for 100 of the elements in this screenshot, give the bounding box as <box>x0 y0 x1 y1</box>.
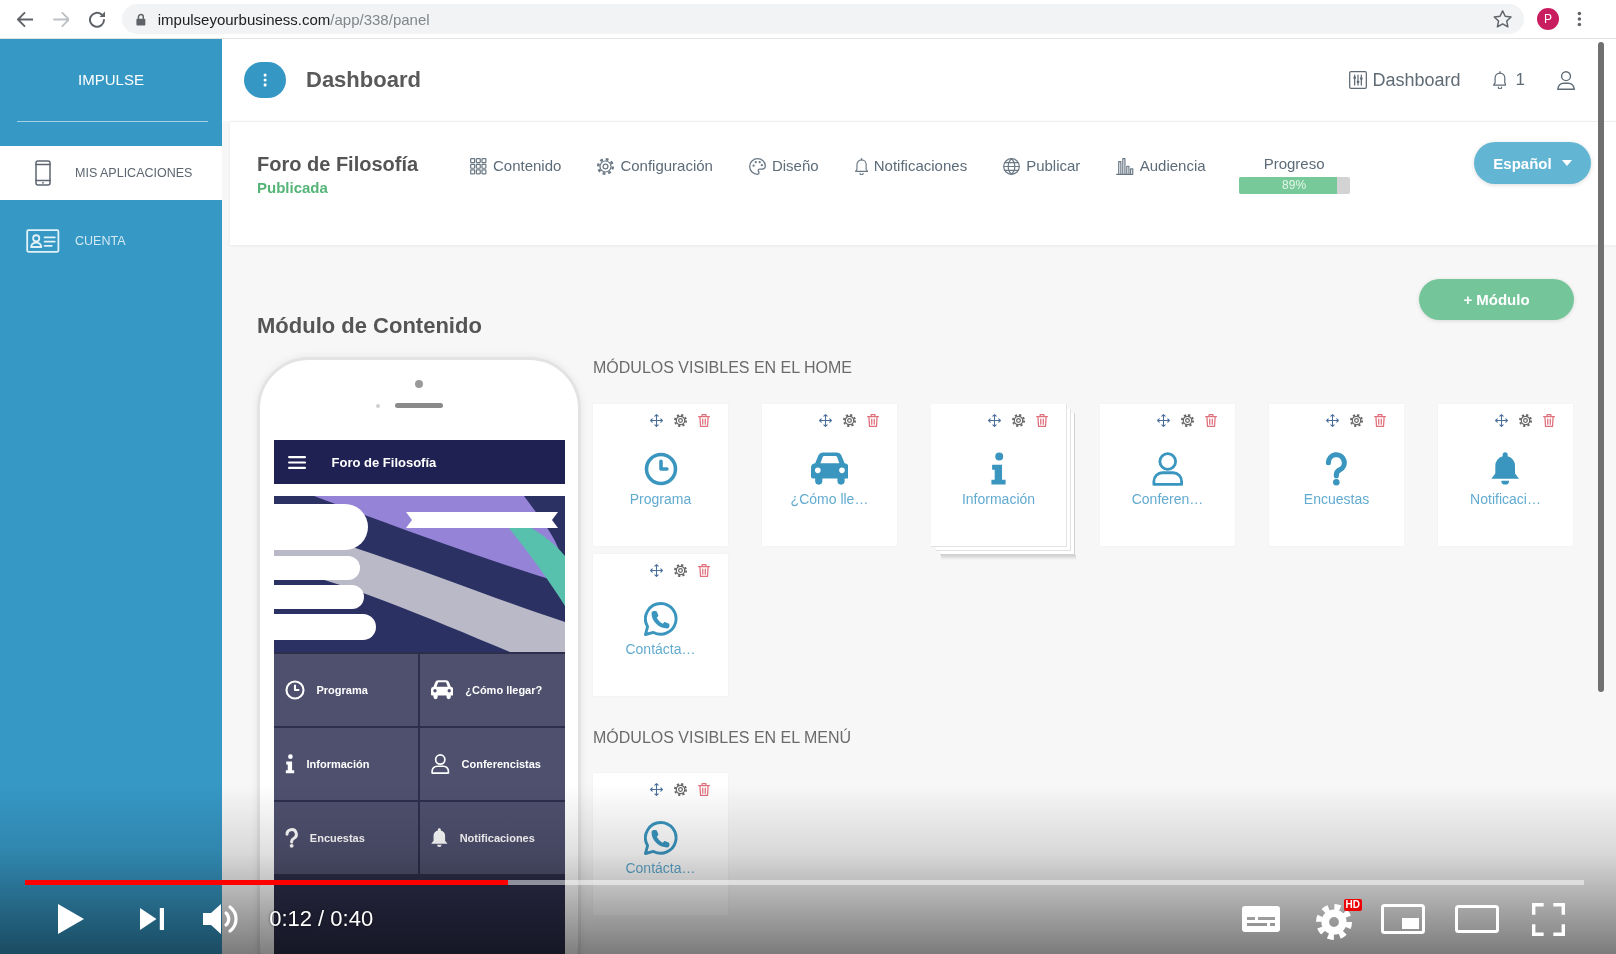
progress-reading: 89% <box>1281 177 1308 194</box>
sliders-icon <box>1348 71 1367 89</box>
phone-sensor <box>376 403 380 408</box>
question-mark-icon <box>1325 452 1348 486</box>
move-icon[interactable] <box>987 414 1001 427</box>
tile-label: ¿Cómo llegar? <box>465 684 543 696</box>
section-heading: MÓDULOS VISIBLES EN EL HOME <box>593 358 853 378</box>
module-card[interactable]: Contácta… <box>593 773 728 915</box>
nav-tab[interactable]: Publicar <box>1003 156 1081 176</box>
bell-icon <box>854 157 868 175</box>
nav-tab[interactable]: Diseño <box>748 156 819 176</box>
move-icon[interactable] <box>1494 414 1508 427</box>
settings-icon[interactable] <box>1011 414 1025 427</box>
trash-icon[interactable] <box>697 414 710 427</box>
info-icon <box>990 452 1007 486</box>
hamburger-menu-icon[interactable] <box>287 455 306 469</box>
module-card[interactable]: Notificaci… <box>1438 404 1573 546</box>
bar-chart-icon <box>1116 157 1134 175</box>
module-label: Contácta… <box>625 640 696 658</box>
move-icon[interactable] <box>649 414 663 427</box>
module-label: ¿Cómo lle… <box>790 490 869 508</box>
play-button[interactable] <box>58 904 84 934</box>
module-label: Contácta… <box>625 859 696 877</box>
caret-down-icon <box>1561 160 1572 166</box>
module-card[interactable]: Encuestas <box>1269 404 1404 546</box>
settings-icon[interactable] <box>842 414 856 427</box>
clock-icon <box>643 452 678 486</box>
app-title: Foro de Filosofía <box>331 454 437 470</box>
move-icon[interactable] <box>649 783 663 796</box>
id-card-icon <box>26 229 60 253</box>
move-icon[interactable] <box>1325 414 1339 427</box>
module-card[interactable]: Contácta… <box>593 554 728 696</box>
module-card[interactable]: Conferen… <box>1100 404 1235 546</box>
trash-icon[interactable] <box>1035 414 1048 427</box>
move-icon[interactable] <box>818 414 832 427</box>
sidebar-item[interactable]: CUENTA <box>0 214 222 268</box>
notifications-button[interactable]: 1 <box>1492 70 1525 90</box>
nav-tab[interactable]: Audiencia <box>1116 156 1206 176</box>
fullscreen-button[interactable] <box>1532 902 1565 936</box>
miniplayer-icon <box>1381 904 1425 934</box>
module-card[interactable]: Información <box>931 404 1076 560</box>
settings-icon[interactable] <box>1518 414 1532 427</box>
dashboard-link[interactable]: Dashboard <box>1348 69 1461 91</box>
clock-icon <box>284 680 305 700</box>
menu-button[interactable] <box>244 62 286 98</box>
progress-label: Progreso <box>1263 155 1325 173</box>
theater-mode-icon <box>1455 905 1499 933</box>
kebab-menu-icon <box>1577 11 1582 27</box>
settings-icon[interactable] <box>1180 414 1194 427</box>
lock-icon <box>136 12 146 26</box>
user-button[interactable] <box>1556 70 1575 90</box>
settings-icon[interactable] <box>1349 414 1363 427</box>
module-label: Conferen… <box>1131 490 1204 508</box>
grid-icon <box>470 157 487 175</box>
bell-icon <box>1491 452 1520 486</box>
module-card[interactable]: ¿Cómo lle… <box>762 404 897 546</box>
app-logo: IMPULSE <box>78 71 144 89</box>
trash-icon[interactable] <box>697 564 710 577</box>
settings-icon[interactable] <box>673 414 687 427</box>
move-icon[interactable] <box>649 564 663 577</box>
theater-mode-button[interactable] <box>1455 905 1499 933</box>
video-progress-track[interactable] <box>25 880 1584 885</box>
kebab-menu-icon <box>262 73 268 87</box>
bookmark-button[interactable] <box>1492 10 1512 28</box>
trash-icon[interactable] <box>866 414 879 427</box>
back-arrow-icon <box>16 11 34 27</box>
tile-label: Conferencistas <box>461 758 541 770</box>
bell-icon <box>1492 71 1507 89</box>
move-icon[interactable] <box>1156 414 1170 427</box>
profile-avatar[interactable]: P <box>1537 8 1559 30</box>
module-card[interactable]: Programa <box>593 404 728 546</box>
scrollbar-thumb[interactable] <box>1598 42 1604 692</box>
settings-icon[interactable] <box>673 783 687 796</box>
address-bar[interactable]: impulseyourbusiness.com/app/338/panel <box>122 4 1524 34</box>
nav-tab[interactable]: Contenido <box>470 156 562 176</box>
nav-tab[interactable]: Notificaciones <box>854 156 968 176</box>
module-label: Información <box>961 490 1036 508</box>
trash-icon[interactable] <box>697 783 710 796</box>
subtitles-button[interactable] <box>1241 905 1281 933</box>
nav-tab[interactable]: Configuración <box>597 156 713 176</box>
settings-button[interactable]: HD <box>1316 898 1362 940</box>
language-dropdown[interactable]: Español <box>1474 142 1591 184</box>
trash-icon[interactable] <box>1204 414 1217 427</box>
next-button[interactable] <box>140 908 165 930</box>
play-icon <box>58 904 84 934</box>
info-icon <box>284 754 295 774</box>
page-title: Dashboard <box>306 67 421 93</box>
section-title: Módulo de Contenido <box>257 313 482 339</box>
globe-icon <box>1003 157 1021 175</box>
miniplayer-button[interactable] <box>1381 904 1425 934</box>
bell-icon <box>431 828 448 848</box>
module-label: Programa <box>629 490 692 508</box>
browser-menu-button[interactable] <box>1577 11 1582 27</box>
chat-phone-icon <box>643 602 678 636</box>
settings-icon[interactable] <box>673 564 687 577</box>
sidebar-item[interactable]: MIS APLICACIONES <box>0 146 222 200</box>
module-label: Notificaci… <box>1470 490 1541 508</box>
trash-icon[interactable] <box>1542 414 1555 427</box>
person-icon <box>431 754 450 774</box>
trash-icon[interactable] <box>1373 414 1386 427</box>
